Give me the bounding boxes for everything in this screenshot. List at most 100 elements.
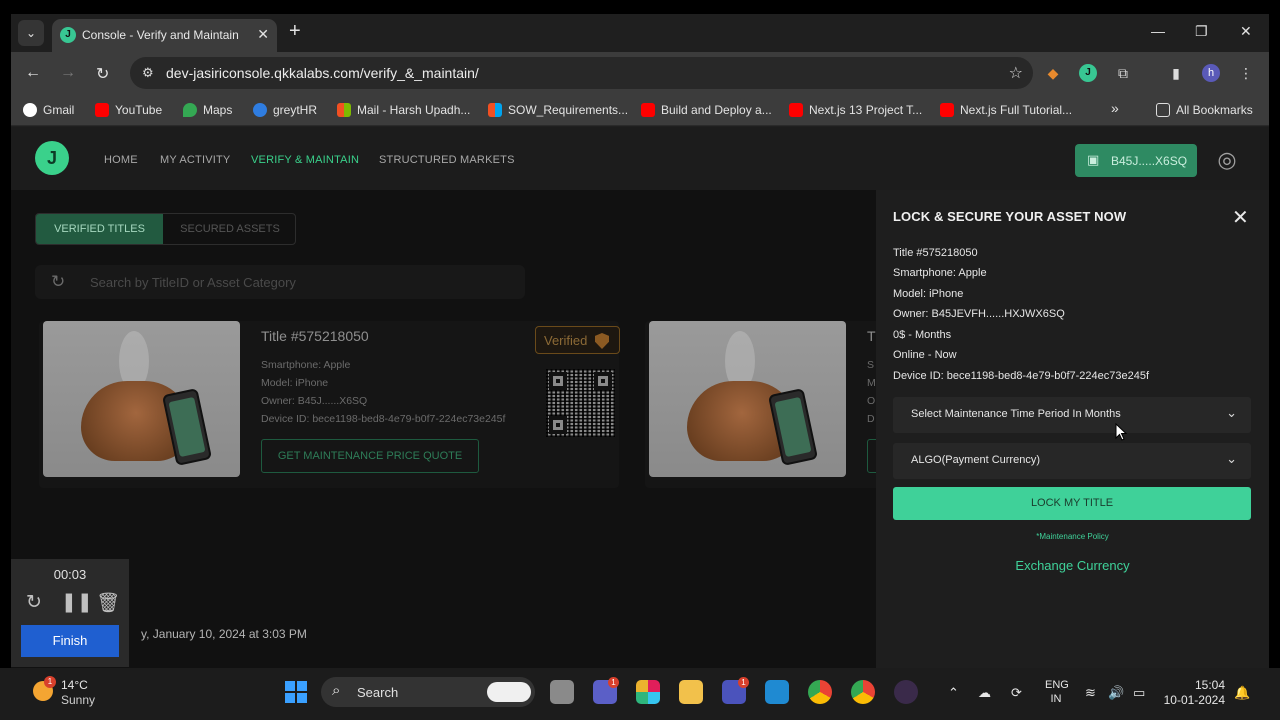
nav-structured-markets[interactable]: STRUCTURED MARKETS bbox=[379, 154, 515, 166]
microsoft-icon bbox=[337, 103, 351, 117]
nav-my-activity[interactable]: MY ACTIVITY bbox=[160, 154, 230, 166]
network-status-icon[interactable]: ☁ bbox=[978, 685, 991, 701]
panel-device-id: Device ID: bece1198-bed8-4e79-b0f7-224ec… bbox=[893, 370, 1150, 382]
file-explorer-icon[interactable] bbox=[679, 680, 703, 704]
clock-time: 15:04 bbox=[1194, 678, 1225, 692]
volume-icon[interactable]: 🔊 bbox=[1108, 685, 1124, 701]
restore-icon[interactable]: ❐ bbox=[1195, 23, 1208, 40]
nav-verify-maintain[interactable]: VERIFY & MAINTAIN bbox=[251, 154, 359, 166]
bookmark-maps[interactable]: Maps bbox=[183, 103, 232, 117]
teams-badge: 1 bbox=[738, 677, 749, 688]
search-input[interactable]: ↻ Search by TitleID or Asset Category bbox=[35, 265, 525, 299]
sync-icon[interactable]: ⟳ bbox=[1011, 685, 1022, 701]
language-indicator[interactable]: ENG IN bbox=[1045, 678, 1069, 706]
close-icon[interactable]: ✕ bbox=[1232, 205, 1249, 230]
search-icon: ⌕ bbox=[332, 682, 341, 699]
payment-currency-select[interactable]: ALGO(Payment Currency) ⌄ bbox=[893, 443, 1251, 479]
slack-icon[interactable] bbox=[636, 680, 660, 704]
youtube-icon bbox=[641, 103, 655, 117]
bookmark-build-deploy[interactable]: Build and Deploy a... bbox=[641, 103, 772, 117]
chrome-icon[interactable] bbox=[851, 680, 875, 704]
google-icon bbox=[23, 103, 37, 117]
metamask-extension-icon[interactable]: ◆ bbox=[1044, 64, 1062, 82]
site-info-icon[interactable]: ⚙ bbox=[142, 65, 154, 81]
forward-arrow-icon[interactable]: → bbox=[60, 64, 76, 82]
windows-start-icon[interactable] bbox=[285, 681, 307, 703]
tab-close-icon[interactable]: ✕ bbox=[257, 26, 269, 43]
back-arrow-icon[interactable]: ← bbox=[25, 64, 41, 82]
taskbar-search[interactable]: ⌕ Search bbox=[321, 677, 535, 707]
panel-model: Model: iPhone bbox=[893, 288, 964, 300]
task-view-icon[interactable] bbox=[550, 680, 574, 704]
bookmark-gmail[interactable]: Gmail bbox=[23, 103, 74, 117]
bookmark-nextjs-full[interactable]: Next.js Full Tutorial... bbox=[940, 103, 1072, 117]
search-highlight-image bbox=[487, 682, 531, 702]
greythr-icon bbox=[253, 103, 267, 117]
browser-menu-icon[interactable]: ⋮ bbox=[1237, 64, 1255, 82]
bookmark-mail[interactable]: Mail - Harsh Upadh... bbox=[337, 103, 470, 117]
wallet-address-button[interactable]: ▣ B45J.....X6SQ bbox=[1075, 144, 1197, 177]
browser-tab-active[interactable]: J Console - Verify and Maintain ✕ bbox=[52, 19, 277, 52]
get-quote-button[interactable]: GET MAINTENANCE PRICE QUOTE bbox=[261, 439, 479, 473]
search-placeholder: Search by TitleID or Asset Category bbox=[90, 275, 296, 290]
asset-image bbox=[649, 321, 846, 477]
verified-badge: Verified bbox=[535, 326, 620, 354]
bookmarks-bar: Gmail YouTube Maps greytHR Mail - Harsh … bbox=[11, 94, 1269, 126]
screen-recorder-widget: 00:03 ↻ ❚❚ 🗑 Finish bbox=[11, 559, 129, 667]
show-hidden-icons-chevron-icon[interactable]: ⌃ bbox=[948, 685, 959, 701]
trash-icon[interactable]: 🗑 bbox=[96, 591, 120, 615]
maintenance-policy-link[interactable]: *Maintenance Policy bbox=[876, 532, 1269, 541]
reload-icon[interactable]: ↻ bbox=[96, 64, 109, 84]
profile-avatar[interactable]: h bbox=[1202, 64, 1220, 82]
chrome-icon[interactable] bbox=[808, 680, 832, 704]
bookmark-sow[interactable]: SOW_Requirements... bbox=[488, 103, 628, 117]
microsoft-icon bbox=[488, 103, 502, 117]
all-bookmarks-folder[interactable]: All Bookmarks bbox=[1156, 103, 1253, 117]
obs-icon[interactable] bbox=[894, 680, 918, 704]
pause-icon[interactable]: ❚❚ bbox=[61, 591, 93, 614]
panel-category: Smartphone: Apple bbox=[893, 267, 987, 279]
tab-secured-assets[interactable]: SECURED ASSETS bbox=[164, 214, 296, 244]
vscode-icon[interactable] bbox=[765, 680, 789, 704]
system-clock[interactable]: 15:04 10-01-2024 bbox=[1163, 678, 1225, 708]
nav-home[interactable]: HOME bbox=[104, 154, 138, 166]
restart-icon[interactable]: ↻ bbox=[26, 591, 42, 614]
recording-timer: 00:03 bbox=[53, 567, 87, 582]
url-text[interactable]: dev-jasiriconsole.qkkalabs.com/verify_&_… bbox=[166, 65, 479, 81]
exchange-currency-link[interactable]: Exchange Currency bbox=[876, 558, 1269, 573]
finish-recording-button[interactable]: Finish bbox=[21, 625, 119, 657]
address-bar[interactable]: ⚙ dev-jasiriconsole.qkkalabs.com/verify_… bbox=[130, 57, 1033, 89]
jasiri-extension-icon[interactable]: J bbox=[1079, 64, 1097, 82]
bookmark-star-icon[interactable]: ☆ bbox=[1009, 63, 1023, 83]
extensions-puzzle-icon[interactable]: ⧉ bbox=[1114, 64, 1132, 82]
chevron-down-icon: ⌄ bbox=[1226, 451, 1237, 466]
youtube-icon bbox=[940, 103, 954, 117]
mouse-cursor-icon bbox=[1115, 423, 1127, 441]
language-code: ENG bbox=[1045, 679, 1069, 691]
minimize-icon[interactable]: — bbox=[1151, 23, 1165, 39]
more-bookmarks-chevron-icon[interactable]: » bbox=[1111, 100, 1119, 116]
title-tabs: VERIFIED TITLES SECURED ASSETS bbox=[35, 213, 296, 245]
weather-badge: 1 bbox=[44, 676, 56, 688]
wifi-icon[interactable]: ≋ bbox=[1085, 685, 1096, 701]
weather-condition[interactable]: Sunny bbox=[61, 693, 95, 707]
bookmark-greythr[interactable]: greytHR bbox=[253, 103, 317, 117]
globe-icon[interactable]: ◎ bbox=[1214, 147, 1240, 173]
region-code: IN bbox=[1050, 693, 1062, 705]
battery-icon[interactable]: ▭ bbox=[1133, 685, 1145, 701]
maintenance-period-select[interactable]: Select Maintenance Time Period In Months… bbox=[893, 397, 1251, 433]
notification-bell-icon[interactable]: 🔔 bbox=[1234, 685, 1250, 701]
lock-my-title-button[interactable]: LOCK MY TITLE bbox=[893, 487, 1251, 520]
tab-verified-titles[interactable]: VERIFIED TITLES bbox=[36, 214, 163, 244]
jasiri-logo[interactable]: J bbox=[35, 141, 69, 175]
qr-code[interactable] bbox=[546, 369, 615, 437]
maintenance-period-label: Select Maintenance Time Period In Months bbox=[911, 408, 1121, 420]
bookmark-youtube[interactable]: YouTube bbox=[95, 103, 162, 117]
side-panel-icon[interactable]: ▮ bbox=[1167, 64, 1185, 82]
tab-search-chevron-icon[interactable]: ⌄ bbox=[18, 20, 44, 46]
bookmark-nextjs13[interactable]: Next.js 13 Project T... bbox=[789, 103, 922, 117]
weather-temperature[interactable]: 14°C bbox=[61, 678, 88, 692]
site-header: J HOME MY ACTIVITY VERIFY & MAINTAIN STR… bbox=[11, 127, 1269, 190]
close-window-icon[interactable]: ✕ bbox=[1240, 23, 1252, 40]
new-tab-plus-icon[interactable]: + bbox=[289, 20, 301, 43]
